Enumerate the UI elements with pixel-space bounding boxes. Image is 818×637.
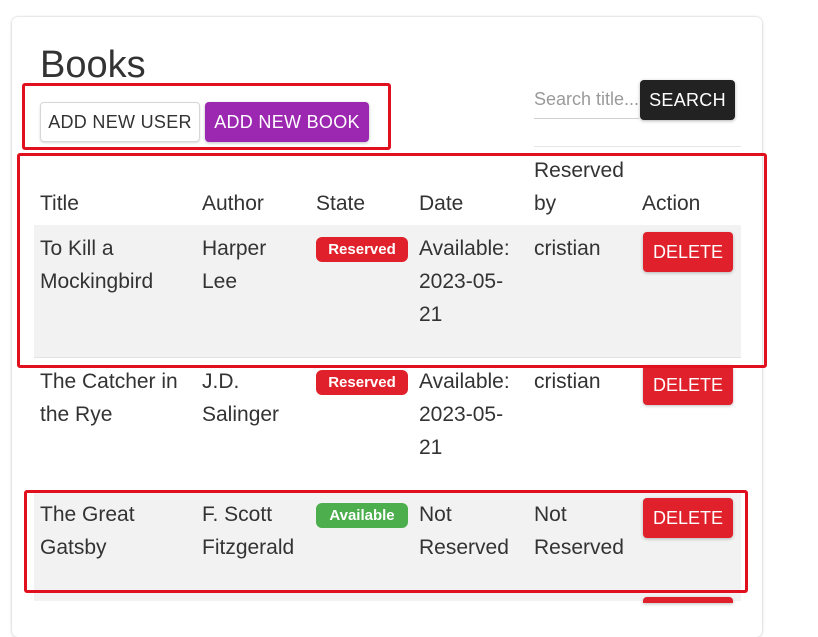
date-line1: Not: [419, 503, 452, 526]
header-reserved-by: Reserved by: [534, 159, 624, 215]
book-author-line2: Salinger: [202, 403, 280, 426]
book-author-line2: Lee: [202, 270, 238, 293]
add-new-user-button[interactable]: ADD NEW USER: [40, 102, 200, 142]
add-new-book-button[interactable]: ADD NEW BOOK: [205, 102, 369, 142]
book-title-line2: Gatsby: [40, 536, 107, 559]
delete-button[interactable]: DELETE: [643, 232, 733, 272]
date-line2: Reserved: [419, 536, 509, 559]
book-title-line1: The Catcher in: [40, 370, 178, 393]
delete-button-partial[interactable]: [643, 597, 733, 603]
table-row: To Kill a Mockingbird Harper Lee Reserve…: [34, 225, 741, 358]
date-line3: 21: [419, 303, 443, 326]
header-state: State: [316, 192, 366, 215]
book-title-line1: To Kill a: [40, 237, 114, 260]
divider: [534, 146, 741, 147]
state-badge: Reserved: [316, 237, 408, 262]
date-line2: 2023-05-: [419, 270, 504, 293]
date-line3: 21: [419, 436, 443, 459]
book-title-line1: The Great: [40, 503, 135, 526]
reserved-by-line1: Not: [534, 503, 567, 526]
table-header-row: Title Author State Date Reserved by Acti…: [34, 150, 741, 225]
header-title: Title: [40, 192, 79, 215]
header-author: Author: [202, 192, 264, 215]
reserved-by-line2: Reserved: [534, 536, 624, 559]
reserved-by: cristian: [534, 237, 601, 260]
book-author-line1: Harper: [202, 237, 267, 260]
book-author-line1: F. Scott: [202, 503, 273, 526]
search-button[interactable]: SEARCH: [640, 80, 735, 120]
header-action: Action: [642, 192, 701, 215]
book-title-line2: the Rye: [40, 403, 113, 426]
book-author-line1: J.D.: [202, 370, 240, 393]
table-row: The Great Gatsby F. Scott Fitzgerald Ava…: [34, 491, 741, 601]
delete-button[interactable]: DELETE: [643, 498, 733, 538]
date-line2: 2023-05-: [419, 403, 504, 426]
page-title: Books: [40, 44, 146, 86]
state-badge: Reserved: [316, 370, 408, 395]
table-row: The Catcher in the Rye J.D. Salinger Res…: [34, 358, 741, 491]
book-author-line2: Fitzgerald: [202, 536, 295, 559]
state-badge: Available: [316, 503, 408, 528]
search-input[interactable]: [534, 80, 639, 119]
delete-button[interactable]: DELETE: [643, 365, 733, 405]
date-line1: Available:: [419, 370, 510, 393]
book-title-line2: Mockingbird: [40, 270, 154, 293]
header-date: Date: [419, 192, 464, 215]
reserved-by: cristian: [534, 370, 601, 393]
date-line1: Available:: [419, 237, 510, 260]
